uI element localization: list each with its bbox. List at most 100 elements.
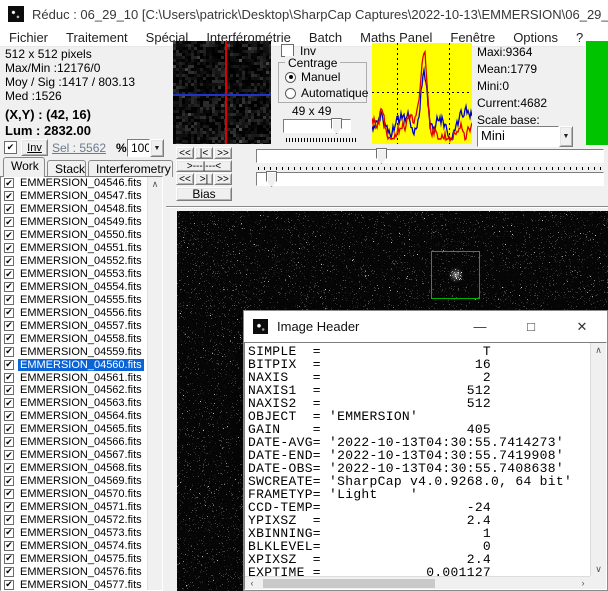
menu-item[interactable]: Traitement bbox=[57, 30, 137, 45]
scroll-up-icon[interactable]: ∧ bbox=[591, 343, 606, 357]
file-checkbox[interactable]: ✔ bbox=[4, 360, 14, 370]
file-list-item[interactable]: ✔ EMMERSION_04566.fits bbox=[1, 436, 147, 449]
file-list-item[interactable]: ✔ EMMERSION_04577.fits bbox=[1, 578, 147, 591]
invert-checkbox[interactable]: ✔ bbox=[4, 141, 17, 154]
bias-button[interactable]: Bias bbox=[176, 187, 232, 201]
file-checkbox[interactable]: ✔ bbox=[4, 437, 14, 447]
dialog-vertical-scrollbar[interactable]: ∧ ∨ bbox=[590, 343, 606, 576]
nav-last-button[interactable]: >| bbox=[195, 173, 213, 185]
threshold-slider-track[interactable] bbox=[256, 172, 604, 186]
file-list-item[interactable]: ✔ EMMERSION_04548.fits bbox=[1, 203, 147, 216]
file-checkbox[interactable]: ✔ bbox=[4, 528, 14, 538]
file-checkbox[interactable]: ✔ bbox=[4, 178, 14, 188]
invert-button[interactable]: Inv bbox=[21, 139, 48, 156]
scroll-down-icon[interactable]: ∨ bbox=[591, 562, 606, 576]
file-checkbox[interactable]: ✔ bbox=[4, 347, 14, 357]
file-list-item[interactable]: ✔ EMMERSION_04564.fits bbox=[1, 410, 147, 423]
file-checkbox[interactable]: ✔ bbox=[4, 191, 14, 201]
minimize-button[interactable]: — bbox=[469, 319, 491, 334]
menu-item[interactable]: Options bbox=[504, 30, 567, 45]
radio-selected-icon[interactable] bbox=[285, 72, 296, 83]
zoom-level-select[interactable]: 100 ▼ bbox=[127, 139, 164, 157]
nav-center-button[interactable]: >---|---< bbox=[176, 160, 232, 172]
file-checkbox[interactable]: ✔ bbox=[4, 476, 14, 486]
file-list-item[interactable]: ✔ EMMERSION_04567.fits bbox=[1, 449, 147, 462]
scroll-left-icon[interactable]: ‹ bbox=[245, 577, 259, 589]
file-checkbox[interactable]: ✔ bbox=[4, 230, 14, 240]
file-list-item[interactable]: ✔ EMMERSION_04556.fits bbox=[1, 306, 147, 319]
file-checkbox[interactable]: ✔ bbox=[4, 334, 14, 344]
file-checkbox[interactable]: ✔ bbox=[4, 295, 14, 305]
file-checkbox[interactable]: ✔ bbox=[4, 580, 14, 590]
file-checkbox[interactable]: ✔ bbox=[4, 554, 14, 564]
file-checkbox[interactable]: ✔ bbox=[4, 282, 14, 292]
file-list-item[interactable]: ✔ EMMERSION_04546.fits bbox=[1, 177, 147, 190]
tab-work[interactable]: Work bbox=[3, 157, 45, 177]
selection-count-link[interactable]: Sel : 5562 bbox=[52, 141, 106, 155]
file-list-item[interactable]: ✔ EMMERSION_04561.fits bbox=[1, 371, 147, 384]
nav-first2-button[interactable]: << bbox=[176, 173, 194, 185]
file-list-item[interactable]: ✔ EMMERSION_04552.fits bbox=[1, 255, 147, 268]
file-list-item[interactable]: ✔ EMMERSION_04562.fits bbox=[1, 384, 147, 397]
file-list-item[interactable]: ✔ EMMERSION_04559.fits bbox=[1, 345, 147, 358]
file-list-item[interactable]: ✔ EMMERSION_04575.fits bbox=[1, 552, 147, 565]
file-checkbox[interactable]: ✔ bbox=[4, 424, 14, 434]
file-list-item[interactable]: ✔ EMMERSION_04574.fits bbox=[1, 539, 147, 552]
file-list-item[interactable]: ✔ EMMERSION_04573.fits bbox=[1, 526, 147, 539]
file-checkbox[interactable]: ✔ bbox=[4, 256, 14, 266]
file-checkbox[interactable]: ✔ bbox=[4, 567, 14, 577]
dropdown-arrow-icon[interactable]: ▼ bbox=[559, 126, 573, 147]
file-checkbox[interactable]: ✔ bbox=[4, 308, 14, 318]
file-checkbox[interactable]: ✔ bbox=[4, 411, 14, 421]
centrage-automatic-option[interactable]: Automatique bbox=[285, 86, 368, 100]
close-button[interactable]: ✕ bbox=[571, 319, 593, 335]
file-checkbox[interactable]: ✔ bbox=[4, 489, 14, 499]
scroll-up-icon[interactable]: ∧ bbox=[148, 177, 162, 191]
nav-next-button[interactable]: >> bbox=[214, 147, 232, 159]
file-checkbox[interactable]: ✔ bbox=[4, 373, 14, 383]
file-checkbox[interactable]: ✔ bbox=[4, 217, 14, 227]
dialog-horizontal-scrollbar[interactable]: ‹ › bbox=[245, 576, 590, 589]
selection-box[interactable] bbox=[431, 251, 480, 299]
file-list-item[interactable]: ✔ EMMERSION_04565.fits bbox=[1, 423, 147, 436]
scroll-right-icon[interactable]: › bbox=[576, 577, 590, 589]
nav-next2-button[interactable]: >> bbox=[214, 173, 232, 185]
file-list-item[interactable]: ✔ EMMERSION_04576.fits bbox=[1, 565, 147, 578]
file-checkbox[interactable]: ✔ bbox=[4, 243, 14, 253]
file-list-scrollbar[interactable]: ∧ bbox=[147, 177, 162, 590]
file-list-item[interactable]: ✔ EMMERSION_04557.fits bbox=[1, 319, 147, 332]
file-list-item[interactable]: ✔ EMMERSION_04550.fits bbox=[1, 229, 147, 242]
file-list-item[interactable]: ✔ EMMERSION_04569.fits bbox=[1, 475, 147, 488]
tab-interferometry[interactable]: Interferometry bbox=[88, 160, 173, 177]
nav-first-button[interactable]: << bbox=[176, 147, 194, 159]
maximize-button[interactable]: □ bbox=[520, 319, 542, 334]
dropdown-arrow-icon[interactable]: ▼ bbox=[150, 139, 164, 157]
file-list-item[interactable]: ✔ EMMERSION_04554.fits bbox=[1, 281, 147, 294]
horizontal-scroll-thumb[interactable] bbox=[263, 579, 435, 588]
file-list-item[interactable]: ✔ EMMERSION_04551.fits bbox=[1, 242, 147, 255]
file-list-item[interactable]: ✔ EMMERSION_04549.fits bbox=[1, 216, 147, 229]
menu-item[interactable]: Fichier bbox=[0, 30, 57, 45]
file-list-item[interactable]: ✔ EMMERSION_04553.fits bbox=[1, 268, 147, 281]
file-list-item[interactable]: ✔ EMMERSION_04563.fits bbox=[1, 397, 147, 410]
file-checkbox[interactable]: ✔ bbox=[4, 450, 14, 460]
file-checkbox[interactable]: ✔ bbox=[4, 541, 14, 551]
profile-graph[interactable] bbox=[372, 43, 472, 144]
file-checkbox[interactable]: ✔ bbox=[4, 204, 14, 214]
file-checkbox[interactable]: ✔ bbox=[4, 398, 14, 408]
file-checkbox[interactable]: ✔ bbox=[4, 385, 14, 395]
dialog-title-bar[interactable]: Image Header — □ ✕ bbox=[244, 311, 607, 342]
file-checkbox[interactable]: ✔ bbox=[4, 321, 14, 331]
file-list-item[interactable]: ✔ EMMERSION_04558.fits bbox=[1, 332, 147, 345]
file-checkbox[interactable]: ✔ bbox=[4, 269, 14, 279]
menu-item[interactable]: Batch bbox=[300, 30, 351, 45]
radio-unselected-icon[interactable] bbox=[285, 88, 296, 99]
file-list-item[interactable]: ✔ EMMERSION_04572.fits bbox=[1, 513, 147, 526]
file-checkbox[interactable]: ✔ bbox=[4, 515, 14, 525]
frame-slider-track[interactable] bbox=[256, 149, 604, 163]
file-list-item[interactable]: ✔ EMMERSION_04570.fits bbox=[1, 488, 147, 501]
file-list-item[interactable]: ✔ EMMERSION_04547.fits bbox=[1, 190, 147, 203]
centering-thumbnail[interactable] bbox=[173, 41, 271, 144]
file-list-item[interactable]: ✔ EMMERSION_04560.fits bbox=[1, 358, 147, 371]
file-list-item[interactable]: ✔ EMMERSION_04568.fits bbox=[1, 462, 147, 475]
